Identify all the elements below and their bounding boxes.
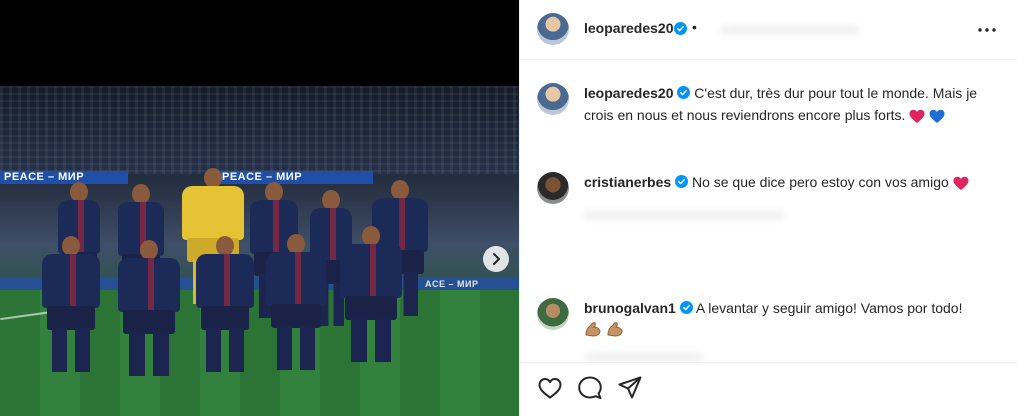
blurred-follow-area (720, 25, 860, 35)
post-media: PEACE – МИР PEACE – МИР ACE – МИР (0, 0, 519, 416)
emoji-row (584, 321, 994, 343)
player (266, 234, 326, 416)
player (196, 236, 254, 416)
post-details: leoparedes20 • leoparedes20 C'est dur, t… (519, 0, 1017, 416)
separator-dot: • (692, 19, 697, 35)
verified-badge-icon (677, 86, 691, 99)
flexed-biceps-icon (607, 322, 623, 337)
comment-text-block: cristianerbes No se que dice pero estoy … (584, 171, 994, 193)
caption-text-block: leoparedes20 C'est dur, très dur pour to… (584, 82, 994, 126)
author-username[interactable]: leoparedes20 (584, 20, 674, 36)
three-dots-icon (978, 28, 996, 32)
ad-board-low-text: ACE – МИР (425, 279, 479, 289)
comment-body: No se que dice pero estoy con vos amigo (691, 174, 949, 190)
comment-text-block: brunogalvan1 A levantar y seguir amigo! … (584, 297, 994, 343)
verified-badge-icon (679, 301, 693, 314)
speech-bubble-icon[interactable] (577, 375, 603, 401)
player (118, 240, 180, 416)
avatar[interactable] (537, 13, 569, 45)
flexed-biceps-icon (585, 322, 601, 337)
red-heart-icon (953, 176, 969, 190)
avatar[interactable] (537, 172, 569, 204)
heart-outline-icon[interactable] (537, 375, 563, 401)
player (340, 226, 402, 416)
avatar[interactable] (537, 83, 569, 115)
comment-username[interactable]: cristianerbes (584, 174, 671, 190)
caption-username[interactable]: leoparedes20 (584, 85, 674, 101)
chevron-right-icon (493, 253, 500, 265)
player (42, 236, 100, 416)
post-header: leoparedes20 • (520, 0, 1017, 60)
comments-list: leoparedes20 C'est dur, très dur pour to… (520, 60, 1017, 362)
action-bar (520, 362, 1017, 416)
comment-body: A levantar y seguir amigo! Vamos por tod… (695, 300, 963, 316)
avatar[interactable] (537, 298, 569, 330)
verified-badge-icon (675, 175, 689, 188)
blue-heart-icon (929, 109, 945, 123)
more-options-button[interactable] (975, 18, 999, 42)
blurred-meta (584, 210, 784, 220)
verified-badge-icon (674, 22, 687, 35)
blurred-meta (584, 352, 704, 362)
comment-username[interactable]: brunogalvan1 (584, 300, 676, 316)
red-heart-icon (909, 109, 925, 123)
stadium-stands (0, 86, 519, 174)
post-photo[interactable]: PEACE – МИР PEACE – МИР ACE – МИР (0, 86, 519, 416)
paper-plane-icon[interactable] (617, 375, 643, 401)
next-image-button[interactable] (483, 246, 509, 272)
